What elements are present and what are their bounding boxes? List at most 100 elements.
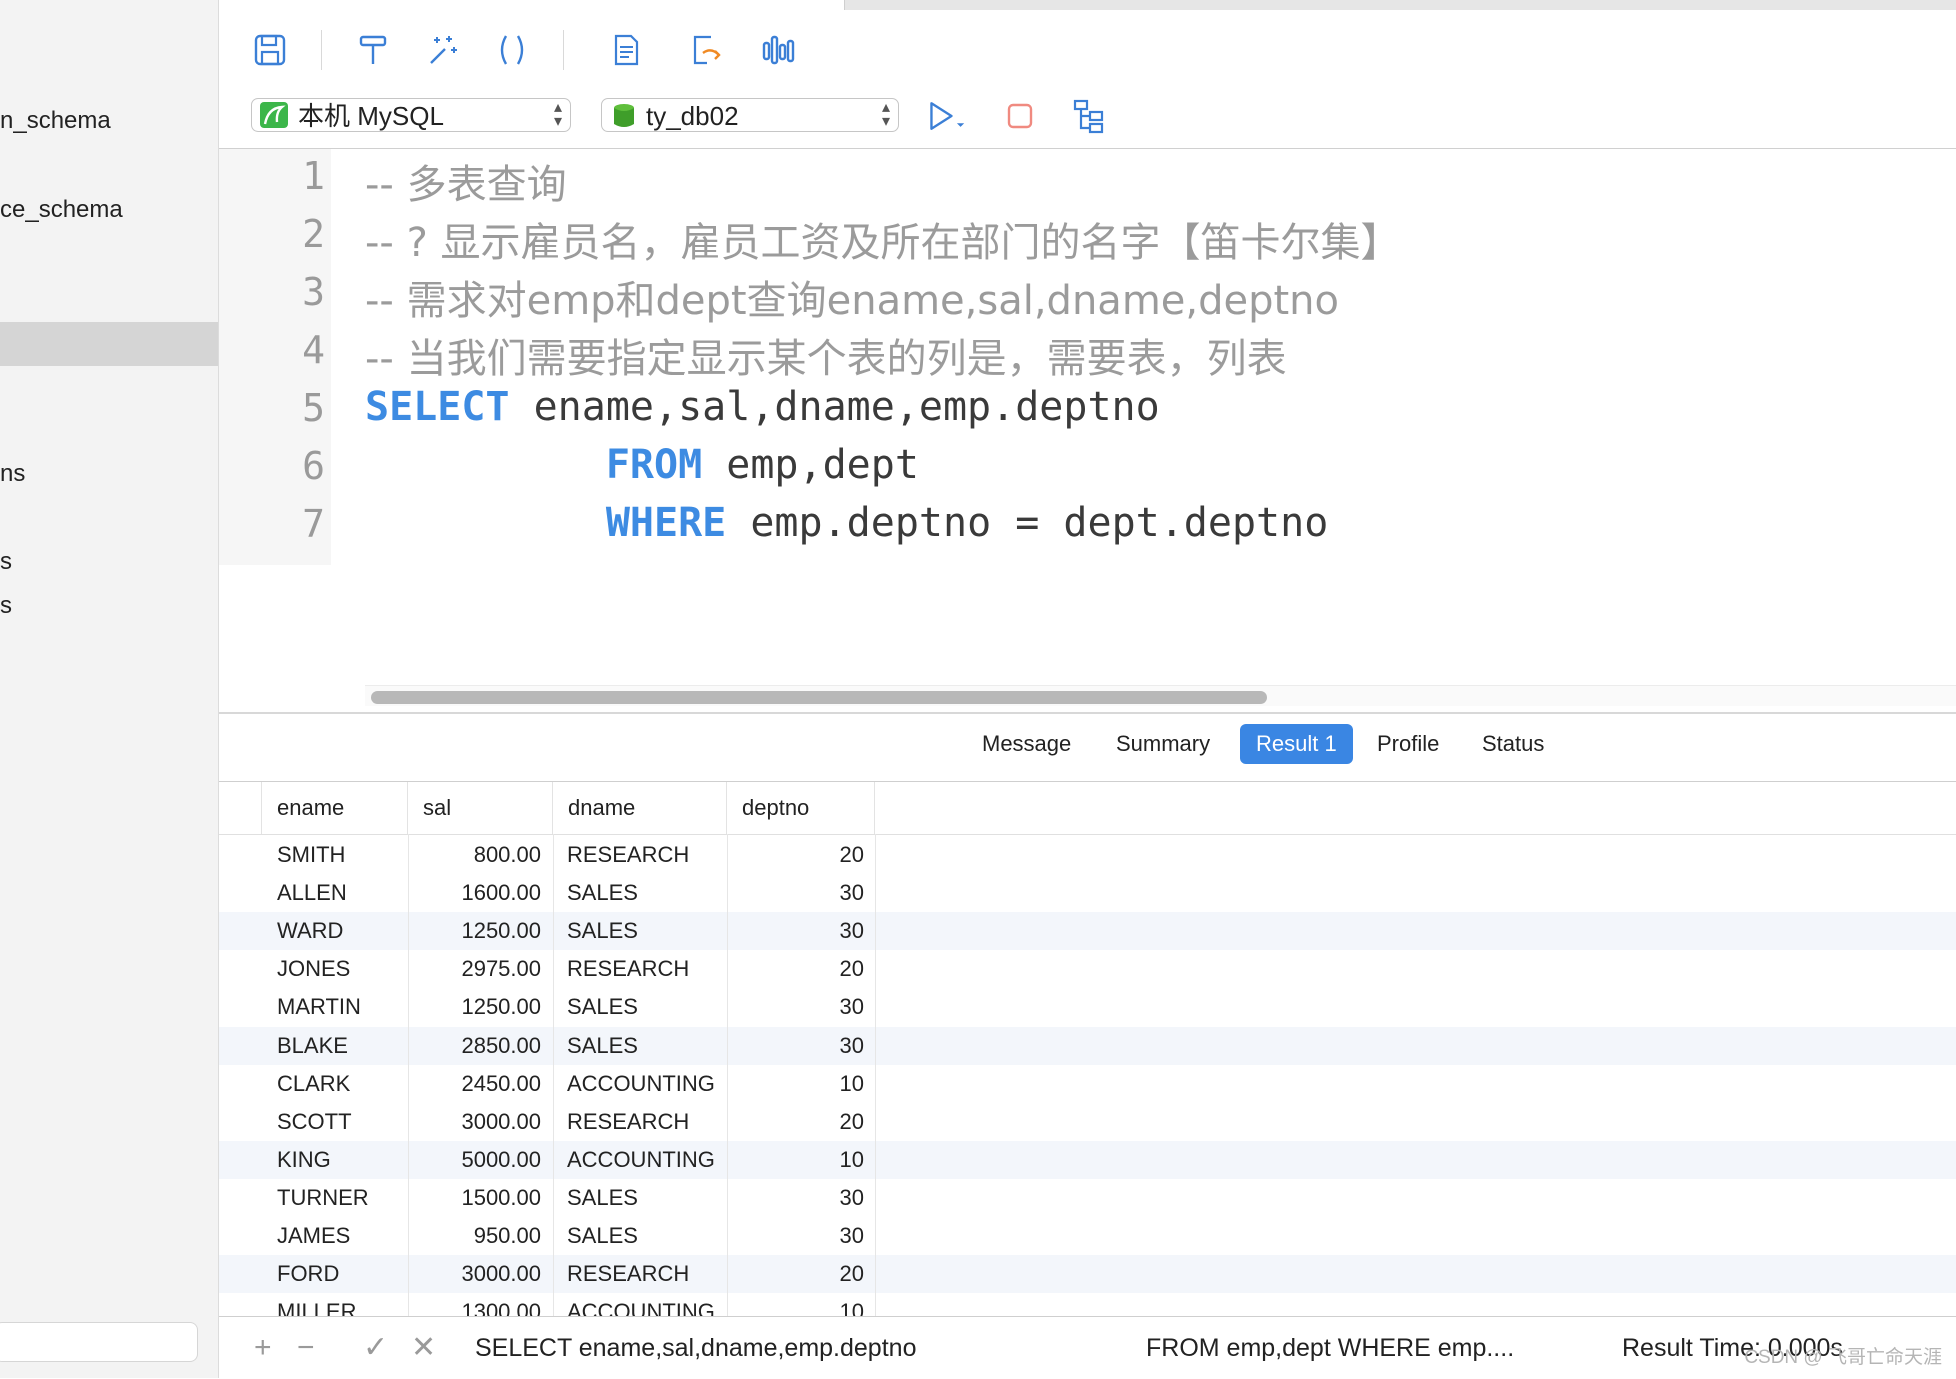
tab-result-1[interactable]: Result 1 — [1240, 724, 1353, 764]
cell-deptno[interactable]: 10 — [727, 1293, 864, 1316]
code-line[interactable]: -- ? 显示雇员名，雇员工资及所在部门的名字【笛卡尔集】 — [365, 210, 1401, 268]
cell-deptno[interactable]: 30 — [727, 988, 864, 1026]
column-header-ename[interactable]: ename — [262, 782, 408, 834]
cell-sal[interactable]: 3000.00 — [408, 1255, 541, 1293]
cell-dname[interactable]: SALES — [567, 1179, 727, 1217]
cell-dname[interactable]: RESEARCH — [567, 1103, 727, 1141]
connection-select[interactable]: 本机 MySQL ▴ ▾ — [251, 98, 571, 132]
cell-dname[interactable]: SALES — [567, 912, 727, 950]
cell-sal[interactable]: 2850.00 — [408, 1027, 541, 1065]
cell-sal[interactable]: 2975.00 — [408, 950, 541, 988]
cell-sal[interactable]: 1250.00 — [408, 912, 541, 950]
cell-sal[interactable]: 2450.00 — [408, 1065, 541, 1103]
cell-sal[interactable]: 5000.00 — [408, 1141, 541, 1179]
database-select[interactable]: ty_db02 ▴ ▾ — [601, 98, 899, 132]
cell-dname[interactable]: RESEARCH — [567, 836, 727, 874]
cell-deptno[interactable]: 30 — [727, 1027, 864, 1065]
cell-ename[interactable]: JAMES — [277, 1217, 397, 1255]
code-line[interactable]: WHERE emp.deptno = dept.deptno — [365, 500, 1328, 546]
sidebar-item-schema[interactable]: ce_schema — [0, 190, 218, 230]
cell-dname[interactable]: ACCOUNTING — [567, 1141, 727, 1179]
cell-dname[interactable]: SALES — [567, 1027, 727, 1065]
tab-message[interactable]: Message — [966, 724, 1087, 764]
sidebar-search-field[interactable] — [0, 1322, 198, 1362]
check-icon[interactable]: ✓ — [363, 1317, 388, 1379]
cell-deptno[interactable]: 30 — [727, 912, 864, 950]
cell-ename[interactable]: BLAKE — [277, 1027, 397, 1065]
cell-sal[interactable]: 1300.00 — [408, 1293, 541, 1316]
table-row[interactable]: FORD 3000.00 RESEARCH 20 — [219, 1255, 1956, 1294]
cell-ename[interactable]: CLARK — [277, 1065, 397, 1103]
cell-sal[interactable]: 1500.00 — [408, 1179, 541, 1217]
text-icon[interactable] — [606, 30, 646, 70]
cell-dname[interactable]: RESEARCH — [567, 950, 727, 988]
table-row[interactable]: CLARK 2450.00 ACCOUNTING 10 — [219, 1065, 1956, 1103]
cell-deptno[interactable]: 20 — [727, 836, 864, 874]
cell-ename[interactable]: SCOTT — [277, 1103, 397, 1141]
tab-query-inactive[interactable] — [845, 0, 1956, 10]
code-line[interactable]: FROM emp,dept — [365, 442, 919, 488]
cell-dname[interactable]: ACCOUNTING — [567, 1293, 727, 1316]
play-icon[interactable] — [926, 96, 966, 136]
table-row[interactable]: KING 5000.00 ACCOUNTING 10 — [219, 1140, 1956, 1179]
tab-status[interactable]: Status — [1466, 724, 1560, 764]
sidebar-item[interactable]: s — [0, 542, 218, 582]
stop-icon[interactable] — [1000, 96, 1040, 136]
cell-sal[interactable]: 1600.00 — [408, 874, 541, 912]
tab-query-active[interactable] — [219, 0, 845, 10]
cell-deptno[interactable]: 20 — [727, 1103, 864, 1141]
table-row[interactable]: BLAKE 2850.00 SALES 30 — [219, 1026, 1956, 1065]
table-row[interactable]: WARD 1250.00 SALES 30 — [219, 912, 1956, 951]
cell-ename[interactable]: JONES — [277, 950, 397, 988]
format-icon[interactable] — [353, 30, 393, 70]
cell-ename[interactable]: WARD — [277, 912, 397, 950]
table-row[interactable]: ALLEN 1600.00 SALES 30 — [219, 874, 1956, 912]
column-header-sal[interactable]: sal — [408, 782, 553, 834]
table-row[interactable]: JAMES 950.00 SALES 30 — [219, 1217, 1956, 1255]
parentheses-icon[interactable] — [492, 30, 532, 70]
cell-dname[interactable]: SALES — [567, 1217, 727, 1255]
cell-ename[interactable]: MARTIN — [277, 988, 397, 1026]
table-row[interactable]: JONES 2975.00 RESEARCH 20 — [219, 950, 1956, 988]
sidebar-item-schema[interactable]: n_schema — [0, 101, 218, 141]
save-icon[interactable] — [250, 30, 290, 70]
table-row[interactable]: SCOTT 3000.00 RESEARCH 20 — [219, 1103, 1956, 1141]
plus-icon[interactable]: + — [254, 1317, 272, 1379]
cell-sal[interactable]: 3000.00 — [408, 1103, 541, 1141]
cell-ename[interactable]: MILLER — [277, 1293, 397, 1316]
cell-sal[interactable]: 1250.00 — [408, 988, 541, 1026]
cell-deptno[interactable]: 30 — [727, 874, 864, 912]
export-icon[interactable] — [686, 30, 726, 70]
table-row[interactable]: TURNER 1500.00 SALES 30 — [219, 1179, 1956, 1217]
code-line[interactable]: -- 需求对emp和dept查询ename,sal,dname,deptno — [365, 268, 1339, 326]
beautify-icon[interactable] — [422, 30, 462, 70]
column-header-deptno[interactable]: deptno — [727, 782, 875, 834]
minus-icon[interactable]: − — [297, 1317, 315, 1379]
table-row[interactable]: MARTIN 1250.00 SALES 30 — [219, 988, 1956, 1026]
cell-deptno[interactable]: 30 — [727, 1217, 864, 1255]
cell-dname[interactable]: SALES — [567, 874, 727, 912]
cell-dname[interactable]: ACCOUNTING — [567, 1065, 727, 1103]
cell-dname[interactable]: RESEARCH — [567, 1255, 727, 1293]
code-line[interactable]: -- 当我们需要指定显示某个表的列是，需要表，列表 — [365, 326, 1287, 384]
cell-ename[interactable]: KING — [277, 1141, 397, 1179]
table-row[interactable]: MILLER 1300.00 ACCOUNTING 10 — [219, 1293, 1956, 1316]
cell-deptno[interactable]: 30 — [727, 1179, 864, 1217]
cell-sal[interactable]: 950.00 — [408, 1217, 541, 1255]
cell-sal[interactable]: 800.00 — [408, 836, 541, 874]
cell-deptno[interactable]: 20 — [727, 1255, 864, 1293]
cell-ename[interactable]: TURNER — [277, 1179, 397, 1217]
tab-profile[interactable]: Profile — [1361, 724, 1455, 764]
cell-deptno[interactable]: 20 — [727, 950, 864, 988]
code-line[interactable]: SELECT ename,sal,dname,emp.deptno — [365, 384, 1160, 430]
cell-deptno[interactable]: 10 — [727, 1065, 864, 1103]
cell-ename[interactable]: FORD — [277, 1255, 397, 1293]
sidebar-item[interactable]: s — [0, 586, 218, 626]
tab-summary[interactable]: Summary — [1100, 724, 1226, 764]
cell-ename[interactable]: SMITH — [277, 836, 397, 874]
explain-icon[interactable] — [758, 30, 798, 70]
close-icon[interactable]: ✕ — [411, 1317, 436, 1379]
column-header-dname[interactable]: dname — [553, 782, 727, 834]
sidebar-item-selected[interactable] — [0, 322, 218, 366]
sidebar-item[interactable]: ns — [0, 454, 218, 494]
